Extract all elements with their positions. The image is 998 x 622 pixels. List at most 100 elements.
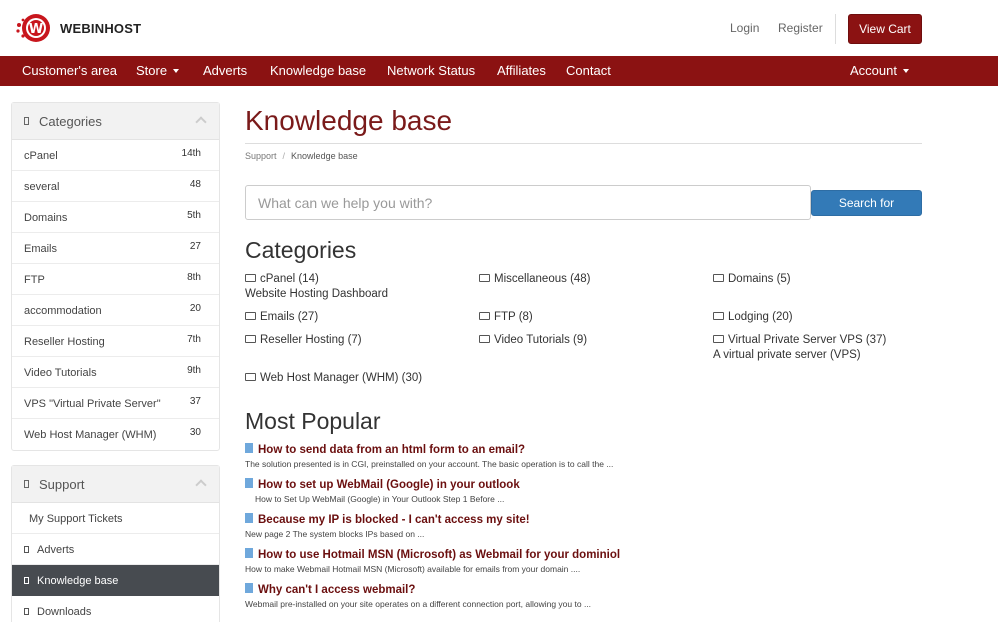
article-title: How to use Hotmail MSN (Microsoft) as We… xyxy=(258,549,621,561)
sidebar-category-count: 48 xyxy=(189,179,201,190)
kb-search-input[interactable] xyxy=(245,185,811,220)
article-title-link[interactable]: Why can't I access webmail? xyxy=(245,582,591,596)
nav-account[interactable]: Account xyxy=(850,56,909,86)
categories-panel-title: Categories xyxy=(39,113,102,129)
kb-category-label: Web Host Manager (WHM) (30) xyxy=(260,372,423,384)
chevron-up-icon[interactable] xyxy=(195,116,207,128)
article-title-link[interactable]: How to set up WebMail (Google) in your o… xyxy=(245,477,520,491)
sidebar-category-label: Emails xyxy=(24,243,58,255)
article-title-link[interactable]: How to use Hotmail MSN (Microsoft) as We… xyxy=(245,547,621,561)
nav-knowledge-base[interactable]: Knowledge base xyxy=(270,56,366,86)
sidebar-category-item[interactable]: accommodation 20 xyxy=(12,295,219,326)
categories-panel-header[interactable]: Categories xyxy=(12,103,219,140)
document-icon xyxy=(245,442,253,453)
sidebar-category-count: 20 xyxy=(189,303,201,314)
kb-category-label: Lodging (20) xyxy=(728,311,793,323)
kb-category[interactable]: Lodging (20) xyxy=(713,311,793,323)
article-title-link[interactable]: Because my IP is blocked - I can't acces… xyxy=(245,512,530,526)
sidebar-category-label: cPanel xyxy=(24,150,58,162)
register-link[interactable]: Register xyxy=(778,21,823,35)
sidebar-category-count: 14th xyxy=(181,148,201,159)
popular-article: How to send data from an html form to an… xyxy=(245,442,613,469)
article-title: How to set up WebMail (Google) in your o… xyxy=(258,479,520,491)
kb-category[interactable]: FTP (8) xyxy=(479,311,533,323)
sidebar-item-label: Adverts xyxy=(37,544,75,556)
search-button[interactable]: Search for xyxy=(811,190,922,216)
folder-open-icon xyxy=(479,273,490,282)
sidebar-item-knowledge-base[interactable]: Knowledge base xyxy=(12,565,219,596)
site-header: W WEBINHOST Login Register View Cart xyxy=(0,0,998,56)
article-title: Because my IP is blocked - I can't acces… xyxy=(258,514,530,526)
kb-category[interactable]: Miscellaneous (48) xyxy=(479,273,591,285)
view-cart-button[interactable]: View Cart xyxy=(848,14,922,44)
support-panel-header[interactable]: Support xyxy=(12,466,219,503)
webinhost-logo-icon: W xyxy=(14,8,54,48)
sidebar-item-downloads[interactable]: Downloads xyxy=(12,596,219,622)
kb-category-label: FTP (8) xyxy=(494,311,533,323)
nav-account-label: Account xyxy=(850,63,897,78)
folder-open-icon xyxy=(479,334,490,343)
document-icon xyxy=(245,512,253,523)
breadcrumb: Support / Knowledge base xyxy=(245,151,358,161)
sidebar-item-adverts[interactable]: Adverts xyxy=(12,534,219,565)
popular-article: Why can't I access webmail? Webmail pre-i… xyxy=(245,582,591,609)
folder-open-icon xyxy=(245,311,256,320)
sidebar-category-item[interactable]: several 48 xyxy=(12,171,219,202)
sidebar-category-count: 30 xyxy=(189,427,201,438)
title-divider xyxy=(245,143,922,144)
kb-category[interactable]: Domains (5) xyxy=(713,273,791,285)
sidebar-category-item[interactable]: VPS "Virtual Private Server" 37 xyxy=(12,388,219,419)
nav-store-label: Store xyxy=(136,63,168,78)
nav-network-status[interactable]: Network Status xyxy=(387,56,475,86)
nav-store[interactable]: Store xyxy=(136,56,180,86)
kb-category[interactable]: Web Host Manager (WHM) (30) xyxy=(245,372,422,384)
kb-category-label: Video Tutorials (9) xyxy=(494,334,588,346)
login-link[interactable]: Login xyxy=(730,21,759,35)
chevron-up-icon[interactable] xyxy=(195,479,207,491)
folder-open-icon xyxy=(245,372,256,381)
categories-heading: Categories xyxy=(245,237,357,263)
folder-open-icon xyxy=(713,334,724,343)
article-snippet: New page 2 The system blocks IPs based o… xyxy=(245,529,425,539)
breadcrumb-support[interactable]: Support xyxy=(245,151,277,161)
sidebar-category-count: 5th xyxy=(187,210,201,221)
sidebar-category-item[interactable]: Emails 27 xyxy=(12,233,219,264)
nav-affiliates[interactable]: Affiliates xyxy=(497,56,546,86)
nav-contact[interactable]: Contact xyxy=(566,56,611,86)
sidebar-item-label: My Support Tickets xyxy=(29,513,123,525)
sidebar-category-label: Domains xyxy=(24,212,68,224)
kb-category[interactable]: Video Tutorials (9) xyxy=(479,334,587,346)
sidebar-category-item[interactable]: Web Host Manager (WHM) 30 xyxy=(12,419,219,450)
nav-customers-area[interactable]: Customer's area xyxy=(22,56,117,86)
brand-name: WEBINHOST xyxy=(60,20,142,36)
svg-text:W: W xyxy=(29,22,43,37)
folder-open-icon xyxy=(713,273,724,282)
breadcrumb-current: Knowledge base xyxy=(291,151,358,161)
sidebar-category-item[interactable]: FTP 8th xyxy=(12,264,219,295)
breadcrumb-separator: / xyxy=(282,151,286,161)
support-panel: Support My Support Tickets Adverts Knowl… xyxy=(11,465,220,622)
sidebar-category-count: 7th xyxy=(187,334,201,345)
kb-category[interactable]: Virtual Private Server VPS (37) A virtual… xyxy=(713,334,886,361)
folder-open-icon xyxy=(713,311,724,320)
sidebar-category-item[interactable]: Video Tutorials 9th xyxy=(12,357,219,388)
kb-category-description: A virtual private server (VPS) xyxy=(713,349,861,361)
nav-adverts[interactable]: Adverts xyxy=(203,56,247,86)
sidebar-category-item[interactable]: cPanel 14th xyxy=(12,140,219,171)
sidebar-category-item[interactable]: Reseller Hosting 7th xyxy=(12,326,219,357)
kb-category[interactable]: cPanel (14) Website Hosting Dashboard xyxy=(245,273,388,300)
kb-category[interactable]: Reseller Hosting (7) xyxy=(245,334,362,346)
sidebar-category-label: FTP xyxy=(24,274,45,286)
document-icon xyxy=(245,582,253,593)
logo[interactable]: W WEBINHOST xyxy=(14,8,141,48)
sidebar-category-count: 8th xyxy=(187,272,201,283)
sidebar-item-my-support-tickets[interactable]: My Support Tickets xyxy=(12,503,219,534)
categories-list: cPanel 14th several 48 Domains 5th Emails 27 FTP… xyxy=(12,140,219,450)
chevron-down-icon xyxy=(902,68,909,73)
sidebar-category-item[interactable]: Domains 5th xyxy=(12,202,219,233)
sidebar-category-count: 27 xyxy=(189,241,201,252)
article-title-link[interactable]: How to send data from an html form to an… xyxy=(245,442,613,456)
kb-category[interactable]: Emails (27) xyxy=(245,311,318,323)
document-icon xyxy=(245,547,253,558)
sidebar-category-label: Reseller Hosting xyxy=(24,336,105,348)
